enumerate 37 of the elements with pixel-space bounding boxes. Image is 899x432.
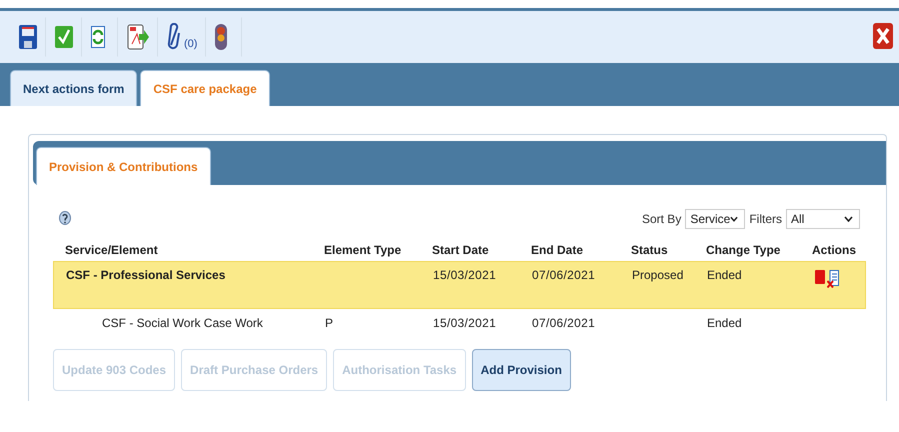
table-cell-text: Ended: [707, 316, 743, 330]
close-icon: [873, 22, 893, 48]
filters-label: Filters: [749, 212, 782, 226]
column-header: Element Type: [324, 243, 402, 257]
table-cell: P: [325, 316, 334, 330]
column-header: Status: [631, 243, 669, 257]
chevron-icon: [730, 216, 738, 222]
column-header: Start Date: [432, 243, 490, 257]
table-cell-text: 07/06/2021: [532, 316, 596, 330]
column-header: Actions: [812, 243, 858, 257]
delete-document-icon[interactable]: [827, 270, 839, 288]
pdf-export-icon: [127, 24, 149, 50]
refresh-icon: [91, 26, 105, 48]
attach-button[interactable]: (0): [158, 17, 206, 57]
paperclip-icon: [167, 23, 181, 51]
sort-by-label: Sort By: [642, 212, 682, 226]
column-header: End Date: [531, 243, 584, 257]
table-cell-text: CSF - Professional Services: [66, 268, 226, 282]
table-cell-text: 15/03/2021: [433, 316, 498, 330]
tab[interactable]: Next actions form: [10, 70, 138, 106]
traffic-light-icon: [215, 24, 228, 50]
column-header: Service/Element: [65, 243, 159, 257]
checkmark-icon: [55, 26, 73, 48]
help-icon[interactable]: [59, 211, 71, 227]
table-cell-text: 07/06/2021: [532, 268, 596, 282]
table-row[interactable]: CSF - Professional Services 15/03/2021 07/06/2021 Proposed Ended: [53, 261, 866, 309]
table-cell-text: CSF - Social Work Case Work: [101, 316, 264, 330]
table-cell-text: 15/03/2021: [433, 268, 498, 282]
table-cell: Proposed: [632, 268, 684, 282]
chevron-icon: [844, 216, 853, 222]
column-header: Change Type: [706, 243, 782, 257]
attachment-count: (0): [184, 38, 198, 50]
filters-dropdown[interactable]: All: [786, 209, 860, 229]
action-button[interactable]: Add Provision: [472, 349, 571, 391]
close-button[interactable]: [873, 22, 893, 52]
table-cell-text: Ended: [707, 268, 743, 282]
sort-by-dropdown[interactable]: Service: [685, 209, 746, 229]
